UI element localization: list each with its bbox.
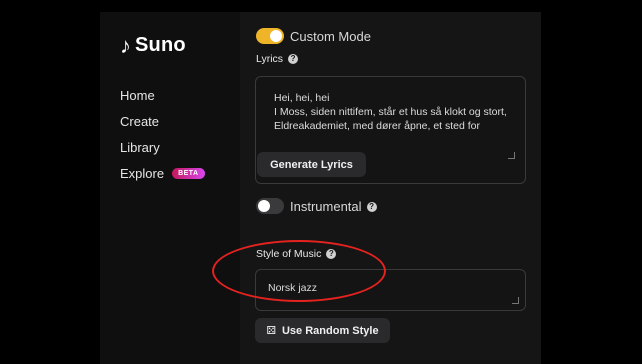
instrumental-text: Instrumental <box>290 199 362 214</box>
help-icon[interactable]: ? <box>366 201 377 212</box>
style-value: Norsk jazz <box>268 282 318 294</box>
use-random-style-button[interactable]: ⚄ Use Random Style <box>255 318 390 343</box>
sidebar: ♪ Suno Home Create Library Explore BETA <box>100 12 240 364</box>
sidebar-item-label: Home <box>120 87 155 103</box>
app-window: ♪ Suno Home Create Library Explore BETA … <box>100 12 541 364</box>
custom-mode-toggle[interactable] <box>256 28 284 44</box>
beta-badge: BETA <box>172 167 205 179</box>
style-of-music-input[interactable]: Norsk jazz <box>255 269 526 311</box>
brand-name: Suno <box>135 34 186 56</box>
sidebar-item-home[interactable]: Home <box>120 82 205 108</box>
sidebar-nav: Home Create Library Explore BETA <box>120 82 205 186</box>
sidebar-item-label: Explore <box>120 165 165 181</box>
lyrics-line: I Moss, siden nittifem, står et hus så k… <box>274 106 507 118</box>
lyrics-label-text: Lyrics <box>256 53 284 65</box>
sidebar-item-label: Create <box>120 113 160 129</box>
custom-mode-text: Custom Mode <box>290 29 371 44</box>
lyrics-line: Eldreakademiet, med dører åpne, et sted … <box>274 120 481 132</box>
help-icon[interactable]: ? <box>288 54 299 64</box>
generate-lyrics-button[interactable]: Generate Lyrics <box>257 152 366 177</box>
music-note-icon: ♪ <box>120 32 131 58</box>
style-label: Style of Music ? <box>256 248 337 260</box>
sidebar-item-label: Library <box>120 139 160 155</box>
toggle-knob <box>270 30 282 42</box>
sidebar-item-create[interactable]: Create <box>120 108 205 134</box>
generate-lyrics-label: Generate Lyrics <box>270 158 353 171</box>
brand-logo[interactable]: ♪ Suno <box>120 34 186 57</box>
sidebar-item-explore[interactable]: Explore BETA <box>120 160 205 186</box>
help-icon[interactable]: ? <box>326 249 337 259</box>
lyrics-text: Hei, hei, hei I Moss, siden nittifem, st… <box>274 91 512 137</box>
dice-icon: ⚄ <box>266 325 276 337</box>
custom-mode-label: Custom Mode <box>290 29 371 44</box>
toggle-knob <box>258 200 270 212</box>
instrumental-label: Instrumental ? <box>290 199 377 214</box>
instrumental-toggle[interactable] <box>256 198 284 214</box>
use-random-style-label: Use Random Style <box>281 324 379 337</box>
create-panel: Custom Mode Lyrics ? Hei, hei, hei I Mos… <box>240 12 541 364</box>
lyrics-line: Hei, hei, hei <box>274 92 330 104</box>
resize-handle-icon[interactable] <box>512 297 519 304</box>
resize-handle-icon[interactable] <box>508 152 515 159</box>
sidebar-item-library[interactable]: Library <box>120 134 205 160</box>
style-label-text: Style of Music <box>256 248 322 260</box>
lyrics-label: Lyrics ? <box>256 53 299 65</box>
